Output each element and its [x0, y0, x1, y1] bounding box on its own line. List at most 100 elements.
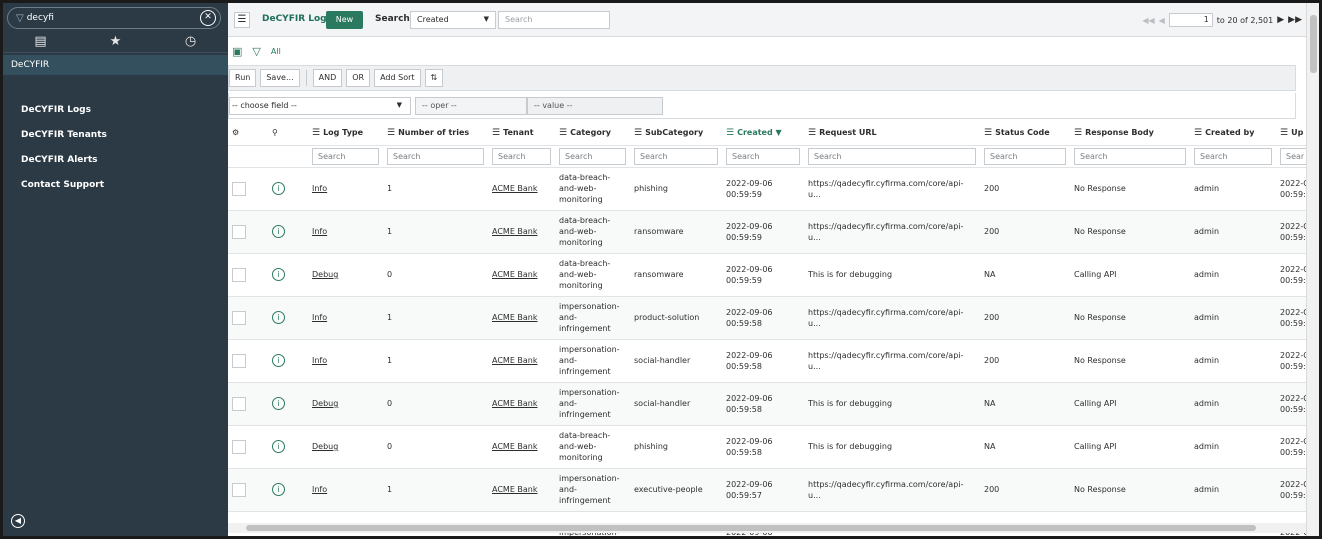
search-status-code[interactable]: Search	[984, 147, 1066, 165]
search-response-body[interactable]: Search	[1074, 147, 1186, 165]
module-group-decyfir[interactable]: DeCYFIR	[3, 55, 228, 75]
next-page-icon[interactable]: ▶	[1277, 15, 1284, 25]
info-icon[interactable]: i	[272, 268, 285, 281]
col-status-code[interactable]: ☰ Status Code	[980, 121, 1070, 146]
vertical-scrollbar[interactable]	[1306, 3, 1319, 536]
search-subcategory[interactable]: Search	[634, 147, 718, 165]
col-created-by[interactable]: ☰ Created by	[1190, 121, 1276, 146]
list-menu-icon[interactable]: ☰	[234, 12, 250, 28]
prev-page-icon[interactable]: ◀	[1159, 16, 1165, 25]
favorites-tab-icon[interactable]: ★	[86, 34, 146, 49]
table-row[interactable]: i Info 1 ACME Bank impersonation-and-infring…	[228, 296, 1306, 340]
run-button[interactable]: Run	[229, 69, 257, 87]
new-button[interactable]: New	[326, 11, 363, 29]
col-created[interactable]: ☰ Created ▼	[722, 121, 804, 146]
col-updated[interactable]: ☰ Up	[1276, 121, 1306, 146]
col-tenant[interactable]: ☰ Tenant	[488, 121, 555, 146]
row-checkbox[interactable]	[232, 310, 246, 325]
last-page-icon[interactable]: ▶▶	[1288, 15, 1302, 25]
collapse-navigator-icon[interactable]: ◀	[11, 514, 25, 528]
cell-tenant[interactable]: ACME Bank	[492, 184, 538, 193]
row-checkbox[interactable]	[232, 353, 246, 368]
cell-log-type[interactable]: Info	[312, 485, 327, 494]
search-updated[interactable]: Sear	[1280, 147, 1306, 165]
sidebar-item-decyfir-alerts[interactable]: DeCYFIR Alerts	[3, 149, 228, 174]
operator-select[interactable]: -- oper --	[415, 96, 527, 115]
horizontal-scrollbar[interactable]	[228, 523, 1306, 533]
search-created-by[interactable]: Search	[1194, 147, 1272, 165]
and-button[interactable]: AND	[312, 69, 343, 87]
sidebar-item-decyfir-tenants[interactable]: DeCYFIR Tenants	[3, 124, 228, 149]
save-button[interactable]: Save...	[260, 69, 300, 87]
clear-filter-icon[interactable]: ✕	[200, 10, 216, 26]
col-number-of-tries[interactable]: ☰ Number of tries	[383, 121, 488, 146]
table-row[interactable]: i Info 1 ACME Bank impersonation-and-infring…	[228, 468, 1306, 512]
funnel-icon[interactable]: ▽	[252, 45, 260, 58]
info-icon[interactable]: i	[272, 182, 285, 195]
all-apps-tab-icon[interactable]: ▤	[11, 34, 71, 49]
chat-icon[interactable]: ▣	[232, 45, 242, 58]
search-log-type[interactable]: Search	[312, 147, 379, 165]
row-checkbox[interactable]	[232, 267, 246, 282]
page-input[interactable]: 1	[1168, 13, 1213, 27]
search-tenant[interactable]: Search	[492, 147, 551, 165]
row-checkbox[interactable]	[232, 439, 246, 454]
cell-tenant[interactable]: ACME Bank	[492, 356, 538, 365]
table-row[interactable]: i Debug 0 ACME Bank data-breach-and-web-moni…	[228, 253, 1306, 297]
info-icon[interactable]: i	[272, 225, 285, 238]
cell-tenant[interactable]: ACME Bank	[492, 442, 538, 451]
search-field-select[interactable]: Created ▼	[410, 11, 496, 29]
col-request-url[interactable]: ☰ Request URL	[804, 121, 980, 146]
table-row[interactable]: i Info 1 ACME Bank data-breach-and-web-monit…	[228, 210, 1306, 254]
value-input[interactable]: -- value --	[527, 96, 663, 115]
sidebar-item-decyfir-logs[interactable]: DeCYFIR Logs	[3, 99, 228, 124]
info-icon[interactable]: i	[272, 311, 285, 324]
sidebar-item-contact-support[interactable]: Contact Support	[3, 174, 228, 199]
vertical-scroll-thumb[interactable]	[1310, 15, 1317, 73]
list-search-input[interactable]: Search	[498, 11, 610, 29]
row-checkbox[interactable]	[232, 482, 246, 497]
add-sort-button[interactable]: Add Sort	[374, 69, 421, 87]
navigator-filter-input[interactable]	[26, 13, 177, 23]
table-row[interactable]: i Info 1 ACME Bank data-breach-and-web-monit…	[228, 167, 1306, 211]
horizontal-scroll-thumb[interactable]	[246, 525, 1256, 531]
col-category[interactable]: ☰ Category	[555, 121, 630, 146]
row-checkbox[interactable]	[232, 181, 246, 196]
cell-log-type[interactable]: Info	[312, 184, 327, 193]
cell-tenant[interactable]: ACME Bank	[492, 270, 538, 279]
cell-log-type[interactable]: Info	[312, 227, 327, 236]
cell-tenant[interactable]: ACME Bank	[492, 227, 538, 236]
breadcrumb-all[interactable]: All	[271, 47, 281, 56]
cell-log-type[interactable]: Debug	[312, 442, 338, 451]
search-col-icon[interactable]: ⚲	[268, 121, 308, 146]
row-checkbox[interactable]	[232, 396, 246, 411]
first-page-icon[interactable]: ◀◀	[1142, 16, 1154, 25]
history-tab-icon[interactable]: ◷	[161, 34, 221, 49]
cell-tenant[interactable]: ACME Bank	[492, 313, 538, 322]
info-icon[interactable]: i	[272, 354, 285, 367]
or-button[interactable]: OR	[346, 69, 371, 87]
search-number-of-tries[interactable]: Search	[387, 147, 484, 165]
cell-tenant[interactable]: ACME Bank	[492, 399, 538, 408]
search-request-url[interactable]: Search	[808, 147, 976, 165]
cell-log-type[interactable]: Debug	[312, 399, 338, 408]
info-icon[interactable]: i	[272, 483, 285, 496]
table-row[interactable]: i Debug 0 ACME Bank impersonation-and-infrin…	[228, 382, 1306, 426]
col-log-type[interactable]: ☰ Log Type	[308, 121, 383, 146]
table-row[interactable]: i Info 1 ACME Bank impersonation-and-infring…	[228, 339, 1306, 383]
table-row[interactable]: i Debug 0 ACME Bank data-breach-and-web-moni…	[228, 425, 1306, 469]
choose-field-select[interactable]: -- choose field -- ▼	[229, 96, 411, 115]
row-checkbox[interactable]	[232, 224, 246, 239]
cell-log-type[interactable]: Debug	[312, 270, 338, 279]
sort-options-icon[interactable]: ⇅	[424, 69, 444, 87]
col-subcategory[interactable]: ☰ SubCategory	[630, 121, 722, 146]
cell-log-type[interactable]: Info	[312, 356, 327, 365]
search-created[interactable]: Search	[726, 147, 800, 165]
col-response-body[interactable]: ☰ Response Body	[1070, 121, 1190, 146]
info-icon[interactable]: i	[272, 397, 285, 410]
cell-tenant[interactable]: ACME Bank	[492, 485, 538, 494]
settings-col-icon[interactable]: ⚙	[228, 121, 268, 146]
cell-log-type[interactable]: Info	[312, 313, 327, 322]
search-category[interactable]: Search	[559, 147, 626, 165]
info-icon[interactable]: i	[272, 440, 285, 453]
